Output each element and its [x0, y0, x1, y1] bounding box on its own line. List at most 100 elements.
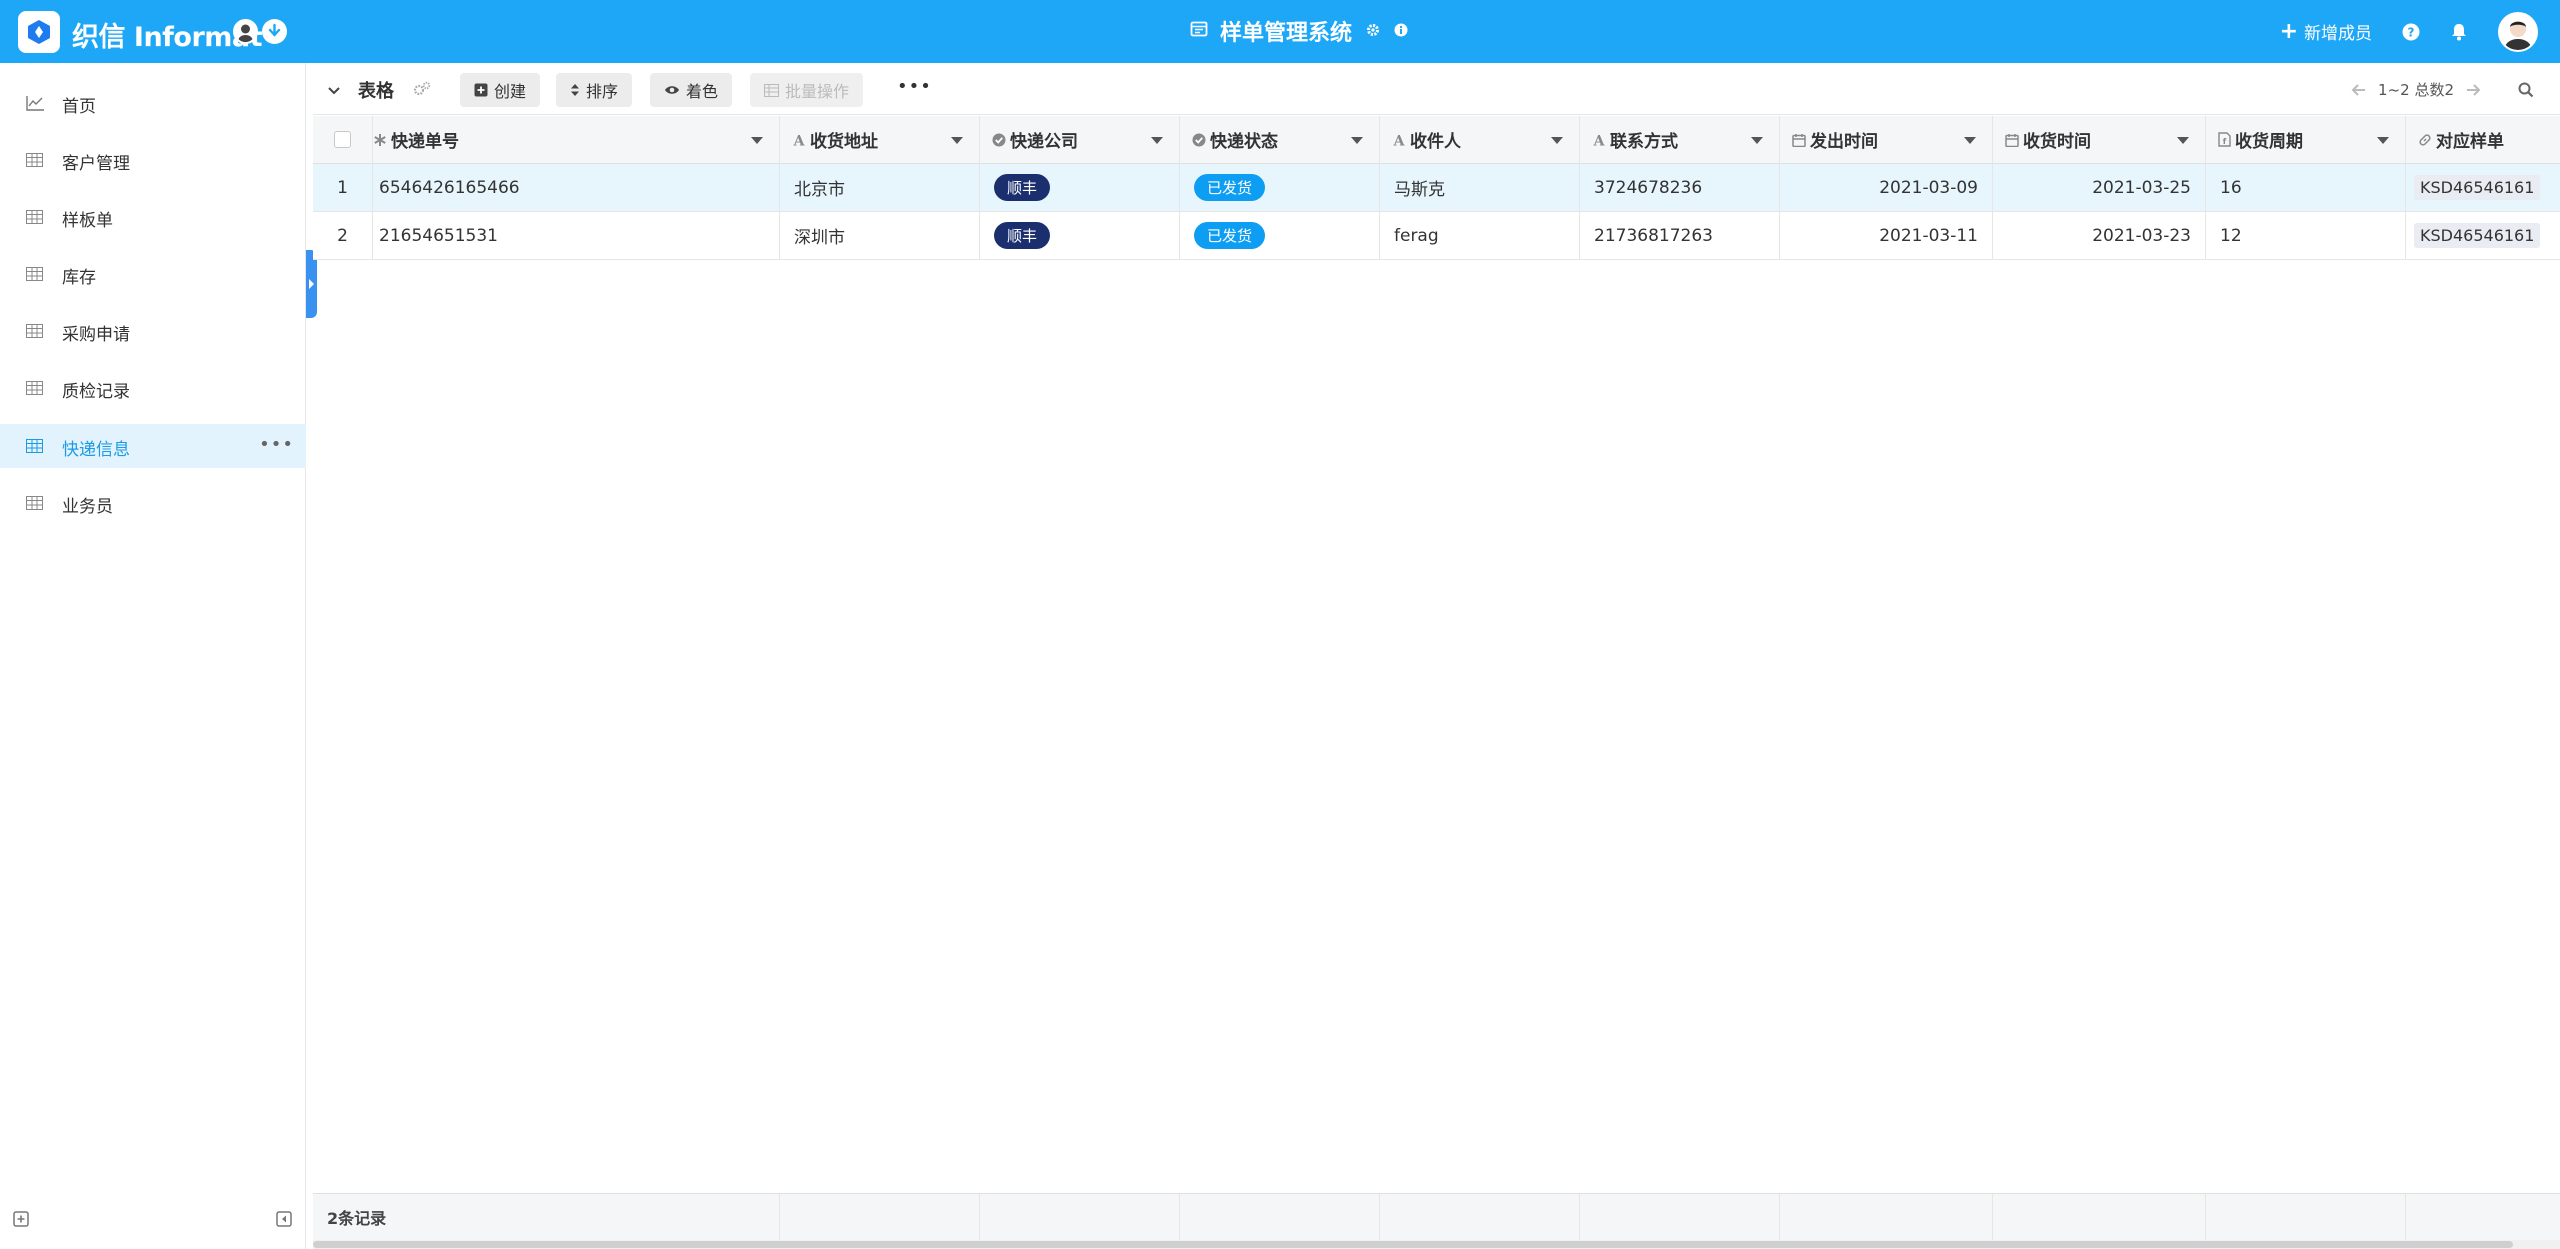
- plus-icon: +: [2279, 19, 2298, 44]
- sidebar-item-samples[interactable]: 样板单: [0, 195, 306, 239]
- collapse-sidebar-icon[interactable]: [276, 1211, 292, 1231]
- summary-cell[interactable]: [2206, 1194, 2406, 1240]
- recipient-cell[interactable]: ferag: [1380, 212, 1580, 259]
- column-dropdown-icon[interactable]: [1964, 137, 1976, 144]
- view-name[interactable]: 表格: [358, 77, 394, 103]
- pagination: 1~2 总数2: [2338, 79, 2546, 100]
- table-row[interactable]: 1 6546426165466 北京市 顺丰 已发货 马斯克 372467823…: [313, 164, 2560, 212]
- column-dropdown-icon[interactable]: [2377, 137, 2389, 144]
- prev-page-icon[interactable]: [2350, 83, 2366, 97]
- create-button[interactable]: 创建: [460, 73, 541, 107]
- phone-cell[interactable]: 21736817263: [1580, 212, 1780, 259]
- column-dropdown-icon[interactable]: [1351, 137, 1363, 144]
- received-date-cell[interactable]: 2021-03-23: [1993, 212, 2206, 259]
- received-date-cell[interactable]: 2021-03-25: [1993, 164, 2206, 211]
- tracking-number-cell[interactable]: 6546426165466: [373, 164, 780, 211]
- user-avatar-small[interactable]: [233, 19, 258, 44]
- sidebar-item-inventory[interactable]: 库存: [0, 252, 306, 296]
- add-page-icon[interactable]: [13, 1211, 29, 1231]
- table-header: 快递单号 A 收货地址 快递公司 快递状态 A 收件人 A 联系方式 发出时间 …: [313, 116, 2560, 164]
- view-toolbar: 表格 创建 排序 着色 批量操作 ••• 1~2 总数2: [313, 63, 2560, 115]
- sidebar-item-salesman[interactable]: 业务员: [0, 481, 306, 525]
- summary-cell[interactable]: [1993, 1194, 2206, 1240]
- sidebar-item-express[interactable]: 快递信息 •••: [0, 424, 306, 468]
- info-icon[interactable]: [1394, 22, 1408, 41]
- formula-icon: f: [2218, 132, 2231, 147]
- summary-cell[interactable]: [1780, 1194, 1993, 1240]
- asterisk-icon: [373, 133, 387, 147]
- top-bar: 织信 Informat 样单管理系统 + 新增成员 ?: [0, 0, 2560, 63]
- column-dropdown-icon[interactable]: [1151, 137, 1163, 144]
- sort-button[interactable]: 排序: [556, 73, 633, 107]
- sent-date-cell[interactable]: 2021-03-11: [1780, 212, 1993, 259]
- column-header[interactable]: A 收货地址: [780, 116, 980, 163]
- column-header[interactable]: A 收件人: [1380, 116, 1580, 163]
- column-dropdown-icon[interactable]: [1751, 137, 1763, 144]
- column-header[interactable]: 快递公司: [980, 116, 1180, 163]
- column-header[interactable]: 发出时间: [1780, 116, 1993, 163]
- user-avatar[interactable]: [2498, 11, 2538, 52]
- chevron-down-icon[interactable]: [327, 81, 341, 100]
- column-dropdown-icon[interactable]: [2177, 137, 2189, 144]
- column-header[interactable]: 快递单号: [373, 116, 780, 163]
- tracking-number-cell[interactable]: 21654651531: [373, 212, 780, 259]
- sample-ref-cell[interactable]: KSD46546161: [2406, 164, 2560, 211]
- gear-icon[interactable]: [1366, 22, 1380, 41]
- sidebar-item-customers[interactable]: 客户管理: [0, 138, 306, 182]
- scrollbar-thumb[interactable]: [313, 1241, 2513, 1248]
- batch-operation-button[interactable]: 批量操作: [750, 73, 864, 107]
- more-options-icon[interactable]: •••: [897, 76, 932, 97]
- next-page-icon[interactable]: [2466, 83, 2482, 97]
- help-icon[interactable]: ?: [2402, 23, 2420, 41]
- address-cell[interactable]: 深圳市: [780, 212, 980, 259]
- system-title: 样单管理系统: [1220, 21, 1353, 46]
- select-all-checkbox[interactable]: [334, 131, 351, 148]
- column-dropdown-icon[interactable]: [951, 137, 963, 144]
- column-dropdown-icon[interactable]: [751, 137, 763, 144]
- column-header[interactable]: A 联系方式: [1580, 116, 1780, 163]
- column-header[interactable]: 快递状态: [1180, 116, 1380, 163]
- column-header[interactable]: 对应样单: [2406, 116, 2560, 163]
- sidebar-item-label: 质检记录: [62, 382, 130, 402]
- sent-date-cell[interactable]: 2021-03-09: [1780, 164, 1993, 211]
- cycle-cell[interactable]: 16: [2206, 164, 2406, 211]
- color-button[interactable]: 着色: [650, 73, 733, 107]
- column-label: 联系方式: [1610, 132, 1678, 152]
- column-header[interactable]: 收货时间: [1993, 116, 2206, 163]
- summary-cell[interactable]: [1180, 1194, 1380, 1240]
- sidebar-item-home[interactable]: 首页: [0, 81, 306, 125]
- bell-icon[interactable]: [2450, 22, 2468, 41]
- company-cell[interactable]: 顺丰: [980, 212, 1180, 259]
- table-row[interactable]: 2 21654651531 深圳市 顺丰 已发货 ferag 217368172…: [313, 212, 2560, 260]
- status-cell[interactable]: 已发货: [1180, 212, 1380, 259]
- table-icon: [26, 495, 43, 515]
- phone-cell[interactable]: 3724678236: [1580, 164, 1780, 211]
- horizontal-scrollbar[interactable]: [313, 1240, 2560, 1249]
- main-area: 表格 创建 排序 着色 批量操作 ••• 1~2 总数2 快递单号 A 收货地址…: [313, 63, 2560, 1249]
- more-icon[interactable]: •••: [259, 434, 294, 455]
- company-cell[interactable]: 顺丰: [980, 164, 1180, 211]
- cycle-cell[interactable]: 12: [2206, 212, 2406, 259]
- chart-line-icon: [26, 95, 45, 116]
- column-dropdown-icon[interactable]: [1551, 137, 1563, 144]
- summary-cell[interactable]: [1380, 1194, 1580, 1240]
- sidebar-item-purchase[interactable]: 采购申请: [0, 309, 306, 353]
- download-icon[interactable]: [262, 19, 287, 44]
- sidebar-item-qc[interactable]: 质检记录: [0, 366, 306, 410]
- check-circle-icon: [1192, 133, 1206, 147]
- view-settings-icon[interactable]: [413, 81, 431, 101]
- app-logo-icon[interactable]: [18, 11, 60, 53]
- sample-ref-tag[interactable]: KSD46546161: [2414, 223, 2541, 248]
- summary-cell[interactable]: [780, 1194, 980, 1240]
- address-cell[interactable]: 北京市: [780, 164, 980, 211]
- sample-ref-tag[interactable]: KSD46546161: [2414, 175, 2541, 200]
- add-member-button[interactable]: + 新增成员: [2280, 19, 2372, 44]
- status-cell[interactable]: 已发货: [1180, 164, 1380, 211]
- summary-cell[interactable]: [1580, 1194, 1780, 1240]
- column-header[interactable]: f 收货周期: [2206, 116, 2406, 163]
- sample-ref-cell[interactable]: KSD46546161: [2406, 212, 2560, 259]
- summary-cell[interactable]: [980, 1194, 1180, 1240]
- search-icon[interactable]: [2518, 82, 2534, 98]
- recipient-cell[interactable]: 马斯克: [1380, 164, 1580, 211]
- table-icon: [26, 438, 43, 458]
